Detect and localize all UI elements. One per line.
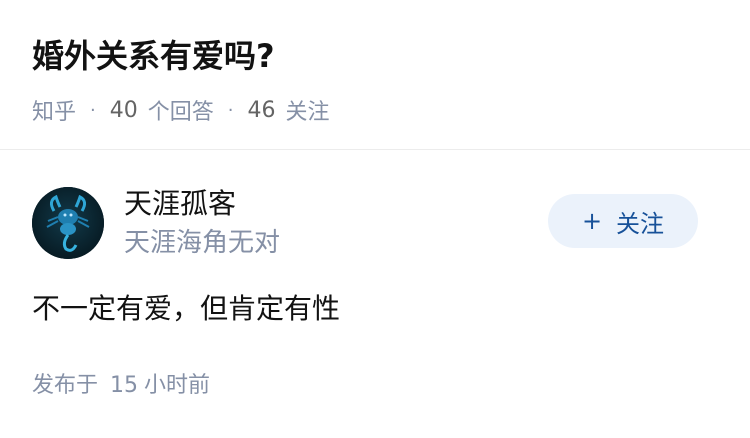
follow-button[interactable]: + 关注 [548, 194, 698, 248]
author-bio: 天涯海角无对 [124, 228, 281, 258]
answers-count: 40 [109, 97, 138, 123]
plus-icon: + [581, 207, 603, 235]
publish-time[interactable]: 发布于 15 小时前 [32, 369, 210, 403]
follow-button-label: 关注 [616, 209, 665, 238]
followers-count: 46 [247, 97, 276, 123]
scorpion-icon [32, 187, 104, 259]
publish-time-unit: 小时前 [144, 373, 211, 398]
question-header: 婚外关系有爱吗? 知乎 · 40 个回答 · 46 关注 [0, 0, 750, 150]
followers-label: 关注 [285, 100, 330, 125]
answer-card: 天涯孤客 天涯海角无对 + 关注 不一定有爱，但肯定有性 发布于 15 小时前 [0, 151, 750, 438]
publish-time-value: 15 [110, 373, 139, 398]
answers-label: 个回答 [147, 100, 214, 125]
question-meta: 知乎 · 40 个回答 · 46 关注 [32, 92, 330, 128]
source-label[interactable]: 知乎 [32, 94, 76, 126]
page: 婚外关系有爱吗? 知乎 · 40 个回答 · 46 关注 天涯孤客 天涯海角无对… [0, 0, 750, 438]
answer-content[interactable]: 不一定有爱，但肯定有性 [32, 289, 340, 329]
meta-separator: · [90, 99, 96, 121]
author-name[interactable]: 天涯孤客 [124, 185, 236, 223]
meta-separator: · [227, 99, 234, 121]
publish-prefix: 发布于 [32, 373, 99, 398]
question-title[interactable]: 婚外关系有爱吗? [32, 32, 275, 80]
avatar[interactable] [32, 187, 104, 259]
